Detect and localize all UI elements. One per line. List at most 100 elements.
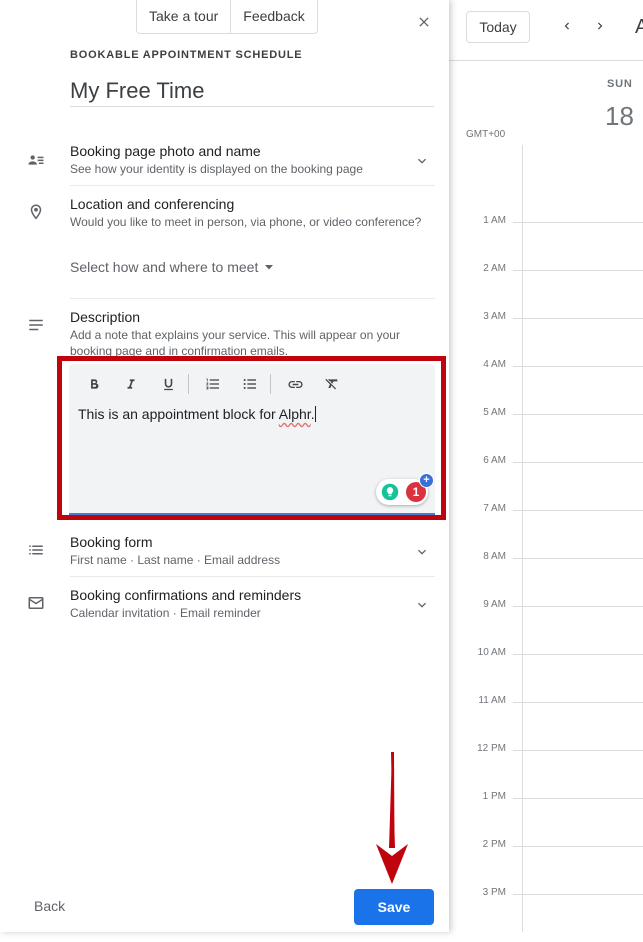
hour-gridline: [513, 366, 643, 367]
confirmations-expand[interactable]: [412, 595, 432, 615]
previous-week-button[interactable]: [555, 14, 579, 38]
hour-label: 9 AM: [483, 599, 506, 610]
hour-row[interactable]: 5 AM: [449, 407, 643, 462]
hour-row[interactable]: 1 AM: [449, 215, 643, 270]
back-button[interactable]: Back: [34, 898, 65, 914]
help-button-group: Take a tour Feedback: [136, 0, 318, 34]
hour-label: 5 AM: [483, 407, 506, 418]
dropdown-arrow-icon: [265, 265, 274, 270]
description-text-main: This is an appointment block for: [78, 406, 279, 422]
meeting-type-select[interactable]: Select how and where to meet: [70, 259, 274, 275]
hour-row[interactable]: 2 AM: [449, 263, 643, 318]
chevron-left-icon: [564, 22, 569, 30]
hour-gridline: [513, 606, 643, 607]
section-divider: [70, 298, 435, 299]
misspelled-word[interactable]: Alphr: [279, 406, 311, 422]
day-name: SUN: [607, 78, 633, 90]
hour-label: 7 AM: [483, 503, 506, 514]
hour-label: 3 PM: [482, 887, 506, 898]
numbered-list-button[interactable]: [202, 373, 224, 395]
hour-label: 10 AM: [477, 647, 506, 658]
hour-row[interactable]: 3 AM: [449, 311, 643, 366]
bulleted-list-button[interactable]: [239, 373, 261, 395]
booking-form-expand[interactable]: [412, 542, 432, 562]
take-tour-button[interactable]: Take a tour: [137, 0, 232, 33]
hour-row[interactable]: 2 PM: [449, 839, 643, 894]
insert-link-button[interactable]: [284, 373, 306, 395]
month-title: A: [635, 16, 643, 38]
location-subtitle: Would you like to meet in person, via ph…: [70, 215, 422, 229]
hour-row[interactable]: 1 PM: [449, 791, 643, 846]
contact-card-icon: [26, 150, 46, 170]
hour-label: 12 PM: [477, 743, 506, 754]
hour-row[interactable]: 7 AM: [449, 503, 643, 558]
chevron-down-icon: [418, 602, 426, 608]
hour-label: 8 AM: [483, 551, 506, 562]
editor-focus-underline: [69, 513, 435, 515]
lightbulb-icon: [381, 483, 399, 501]
booking-page-expand[interactable]: [412, 151, 432, 171]
hour-label: 11 AM: [478, 695, 506, 706]
grammarly-widget[interactable]: 1 +: [376, 473, 434, 505]
italic-button[interactable]: [120, 373, 142, 395]
day-number[interactable]: 18: [605, 101, 634, 132]
section-divider: [70, 576, 435, 577]
hour-row[interactable]: 12 PM: [449, 743, 643, 798]
list-icon: [26, 540, 46, 560]
hour-label: 3 AM: [483, 311, 506, 322]
hour-gridline: [513, 510, 643, 511]
grammarly-plus-icon[interactable]: +: [419, 473, 434, 488]
save-button[interactable]: Save: [354, 889, 434, 925]
booking-form-title[interactable]: Booking form: [70, 534, 152, 550]
hour-row[interactable]: 6 AM: [449, 455, 643, 510]
hour-label: 1 AM: [483, 215, 506, 226]
next-week-button[interactable]: [588, 14, 612, 38]
hour-gridline: [513, 750, 643, 751]
meeting-type-select-label: Select how and where to meet: [70, 259, 259, 275]
timezone-label: GMT+00: [466, 129, 506, 140]
bold-button[interactable]: [83, 373, 105, 395]
hour-row[interactable]: 3 PM: [449, 887, 643, 942]
hour-label: 2 PM: [482, 839, 506, 850]
chevron-down-icon: [418, 158, 426, 164]
calendar-header: Today A: [449, 0, 643, 61]
description-text[interactable]: This is an appointment block for Alphr.: [78, 406, 316, 422]
hour-label: 1 PM: [482, 791, 506, 802]
chevron-right-icon: [598, 22, 603, 30]
chevron-down-icon: [418, 549, 426, 555]
calendar-view: Today A SUN 18 GMT+00 1 AM 2 AM 3 AM 4 AM 5 …: [449, 0, 643, 932]
hour-gridline: [513, 222, 643, 223]
schedule-title-input[interactable]: My Free Time: [70, 78, 434, 107]
hour-row[interactable]: 4 AM: [449, 359, 643, 414]
arrow-down-icon: [376, 752, 408, 884]
hour-gridline: [513, 798, 643, 799]
hour-gridline: [513, 270, 643, 271]
description-editor[interactable]: This is an appointment block for Alphr. …: [69, 364, 435, 515]
booking-form-subtitle: First name · Last name · Email address: [70, 553, 281, 567]
editor-toolbar: [83, 373, 358, 395]
booking-page-title[interactable]: Booking page photo and name: [70, 143, 261, 159]
booking-page-subtitle: See how your identity is displayed on th…: [70, 162, 363, 176]
underline-button[interactable]: [157, 373, 179, 395]
hour-row[interactable]: 8 AM: [449, 551, 643, 606]
hour-gridline: [513, 414, 643, 415]
location-title: Location and conferencing: [70, 196, 235, 212]
italic-icon: [127, 379, 135, 389]
feedback-button[interactable]: Feedback: [231, 0, 316, 33]
hour-label: 2 AM: [483, 263, 506, 274]
hour-gridline: [513, 318, 643, 319]
link-icon: [287, 380, 303, 388]
close-button[interactable]: [412, 10, 436, 34]
description-subtitle: Add a note that explains your service. T…: [70, 328, 400, 358]
confirmations-subtitle: Calendar invitation · Email reminder: [70, 606, 261, 620]
today-button[interactable]: Today: [466, 11, 530, 43]
hour-label: 6 AM: [483, 455, 506, 466]
hour-gridline: [513, 462, 643, 463]
numbered-list-icon: [206, 378, 219, 390]
mail-icon: [26, 593, 46, 613]
confirmations-title[interactable]: Booking confirmations and reminders: [70, 587, 301, 603]
hour-gridline: [513, 702, 643, 703]
hour-label: 4 AM: [483, 359, 506, 370]
clear-formatting-button[interactable]: [321, 373, 343, 395]
close-icon: [419, 17, 429, 27]
